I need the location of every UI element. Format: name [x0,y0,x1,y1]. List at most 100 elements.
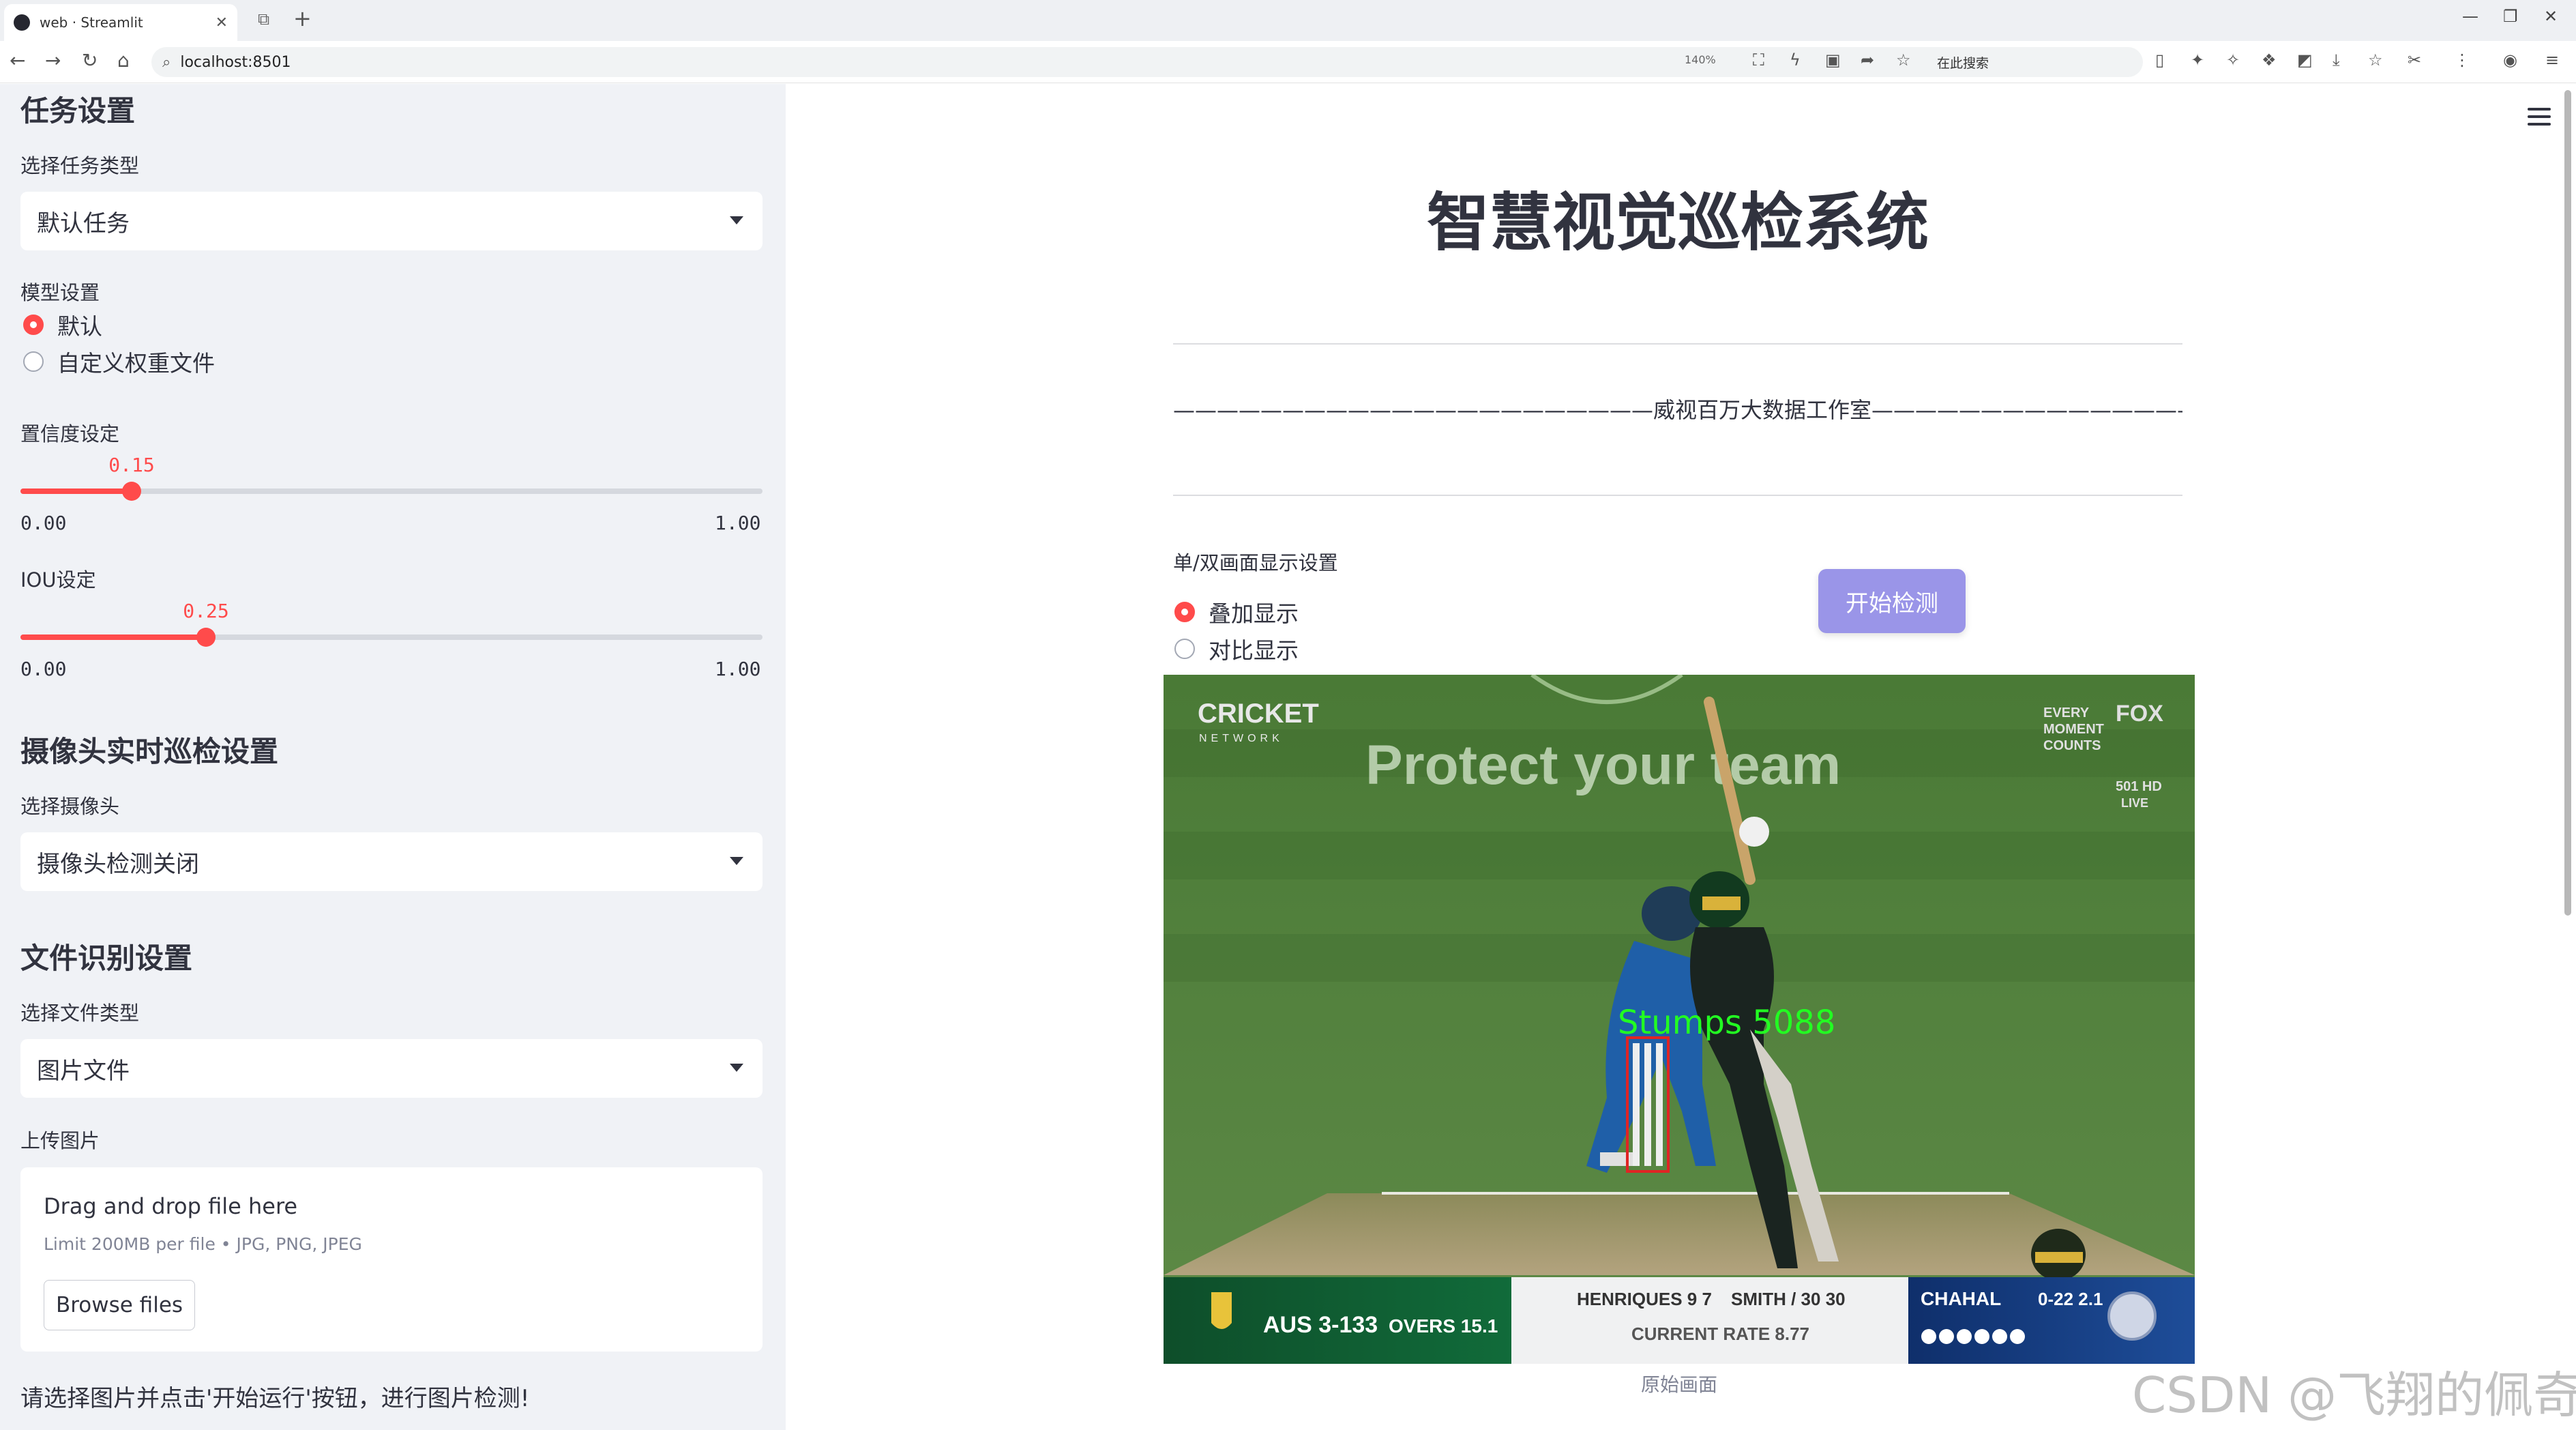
tab-group-icon[interactable]: ⧉ [258,10,269,29]
share-icon[interactable]: ➦ [1861,50,1874,70]
detection-image: CRICKET NETWORK Protect your team EVERY … [1164,675,2195,1364]
extension-icon[interactable]: ✦ [2191,50,2204,70]
confidence-label: 置信度设定 [20,422,120,446]
score-overs: OVERS 15.1 [1389,1315,1498,1337]
home-icon[interactable]: ⌂ [117,49,130,72]
browser-tab[interactable]: web · Streamlit ✕ [4,4,237,41]
browse-files-button[interactable]: Browse files [44,1280,195,1330]
bookmark-icon[interactable]: ☆ [2368,50,2383,70]
zoom-level[interactable]: 140% [1685,53,1716,66]
image-caption: 原始画面 [1640,1373,1717,1396]
window-close-icon[interactable]: ✕ [2544,7,2558,26]
profile-avatar-icon[interactable]: ◉ [2503,50,2517,70]
more-icon[interactable]: ⋮ [2454,50,2470,70]
restore-icon[interactable]: ❐ [2503,7,2518,26]
display-mode-label: 单/双画面显示设置 [1173,551,1338,574]
broadcaster-logo: CRICKET [1198,699,1319,729]
model-radio-default[interactable]: 默认 [23,308,102,341]
confidence-min: 0.00 [20,512,67,534]
screenshot-icon[interactable]: ✂ [2408,50,2421,70]
address-bar[interactable]: ⌕ localhost:8501 [151,47,2143,77]
display-radio-compare[interactable]: 对比显示 [1174,632,1299,665]
streamlit-favicon-icon [14,14,30,31]
reader-icon[interactable]: ▣ [1825,50,1841,70]
display-option-label: 叠加显示 [1209,600,1299,627]
iou-slider[interactable] [20,628,763,647]
upload-limit-text: Limit 200MB per file • JPG, PNG, JPEG [44,1234,362,1254]
camera-select[interactable]: 摄像头检测关闭 [20,832,763,891]
site-info-icon[interactable]: ⌕ [162,54,171,71]
favorite-star-icon[interactable]: ☆ [1896,50,1911,70]
corner-text-2: MOMENT [2043,722,2104,737]
model-radio-custom[interactable]: 自定义权重文件 [23,345,215,378]
translate-icon[interactable]: ⛶ [1753,50,1764,70]
score-team: AUS 3-133 [1263,1312,1378,1338]
confidence-value: 0.15 [108,454,155,476]
confidence-slider-thumb[interactable] [122,482,141,501]
studio-line: ——————————————————————威视百万大数据工作室————————… [1173,397,2182,423]
detection-label: Stumps 5088 [1618,1004,1835,1042]
file-uploader-dropzone[interactable]: Drag and drop file here Limit 200MB per … [20,1167,763,1352]
iou-max: 1.00 [715,658,761,680]
forward-icon[interactable]: → [45,49,61,72]
page-scrollbar[interactable] [2564,90,2571,916]
url-text[interactable]: localhost:8501 [180,54,291,71]
chevron-down-icon [730,1064,743,1072]
banner-text: Protect your team [1365,734,1841,796]
lightning-icon[interactable]: ϟ [1790,50,1801,70]
iou-value: 0.25 [183,600,229,622]
radio-unselected-icon[interactable] [23,351,44,372]
file-type-value: 图片文件 [37,1057,130,1085]
back-icon[interactable]: ← [10,49,25,72]
task-type-value: 默认任务 [37,209,130,237]
page-title: 智慧视觉巡检系统 [1426,186,1929,259]
bowler-name: CHAHAL [1921,1288,2001,1309]
chevron-down-icon [730,857,743,865]
start-detection-button[interactable]: 开始检测 [1818,569,1966,633]
run-rate: CURRENT RATE 8.77 [1631,1324,1809,1344]
tab-title: web · Streamlit [40,14,143,31]
scoreboard: AUS 3-133 OVERS 15.1 HENRIQUES 9 7 SMITH… [1164,1277,2195,1364]
extension-3-icon[interactable]: ❖ [2262,50,2277,70]
tab-close-icon[interactable]: ✕ [216,14,228,31]
camera-select-label: 选择摄像头 [20,795,120,818]
browser-nav-bar: ← → ↻ ⌂ ⌕ localhost:8501 140% ⛶ ϟ ▣ ➦ ☆ … [0,41,2576,83]
iou-min: 0.00 [20,658,67,680]
display-radio-overlay[interactable]: 叠加显示 [1174,596,1299,628]
download-icon[interactable]: ⤓ [2333,50,2340,70]
team-crest-icon [2107,1292,2157,1341]
iou-slider-thumb[interactable] [196,628,216,647]
radio-unselected-icon[interactable] [1174,639,1195,659]
phone-icon[interactable]: ▯ [2155,50,2164,70]
radio-selected-icon[interactable] [23,315,44,335]
search-engine-box[interactable]: 在此搜索 [1937,53,1989,72]
camera-settings-heading: 摄像头实时巡检设置 [20,735,279,768]
task-type-select[interactable]: 默认任务 [20,192,763,250]
new-tab-icon[interactable]: + [293,5,312,31]
extension-4-icon[interactable]: ◩ [2297,50,2313,70]
broadcaster-sub: NETWORK [1199,733,1284,744]
file-type-select[interactable]: 图片文件 [20,1039,763,1098]
extension-2-icon[interactable]: ✧ [2226,50,2240,70]
minimize-icon[interactable]: — [2462,7,2478,26]
corner-brand: FOX [2116,701,2163,727]
batter-1: HENRIQUES 9 7 [1577,1289,1712,1309]
browser-tab-bar: web · Streamlit ✕ ⧉ + — ❐ ✕ [0,0,2576,41]
confidence-slider-fill [20,488,132,494]
iou-label: IOU设定 [20,568,96,592]
cricket-scene: CRICKET NETWORK Protect your team EVERY … [1164,675,2195,1364]
radio-selected-icon[interactable] [1174,602,1195,622]
corner-channel: 501 HD [2116,779,2162,794]
bowler-head [2031,1229,2086,1281]
browser-menu-icon[interactable]: ≡ [2545,50,2559,70]
stumps [1633,1043,1663,1166]
task-settings-heading: 任务设置 [20,94,136,128]
file-settings-heading: 文件识别设置 [20,942,193,975]
upload-label: 上传图片 [20,1129,100,1152]
iou-slider-fill [20,634,206,640]
confidence-slider[interactable] [20,482,763,501]
hamburger-menu-icon[interactable] [2528,108,2551,126]
reload-icon[interactable]: ↻ [82,49,98,72]
corner-text-3: COUNTS [2043,738,2101,753]
file-type-label: 选择文件类型 [20,1002,140,1025]
